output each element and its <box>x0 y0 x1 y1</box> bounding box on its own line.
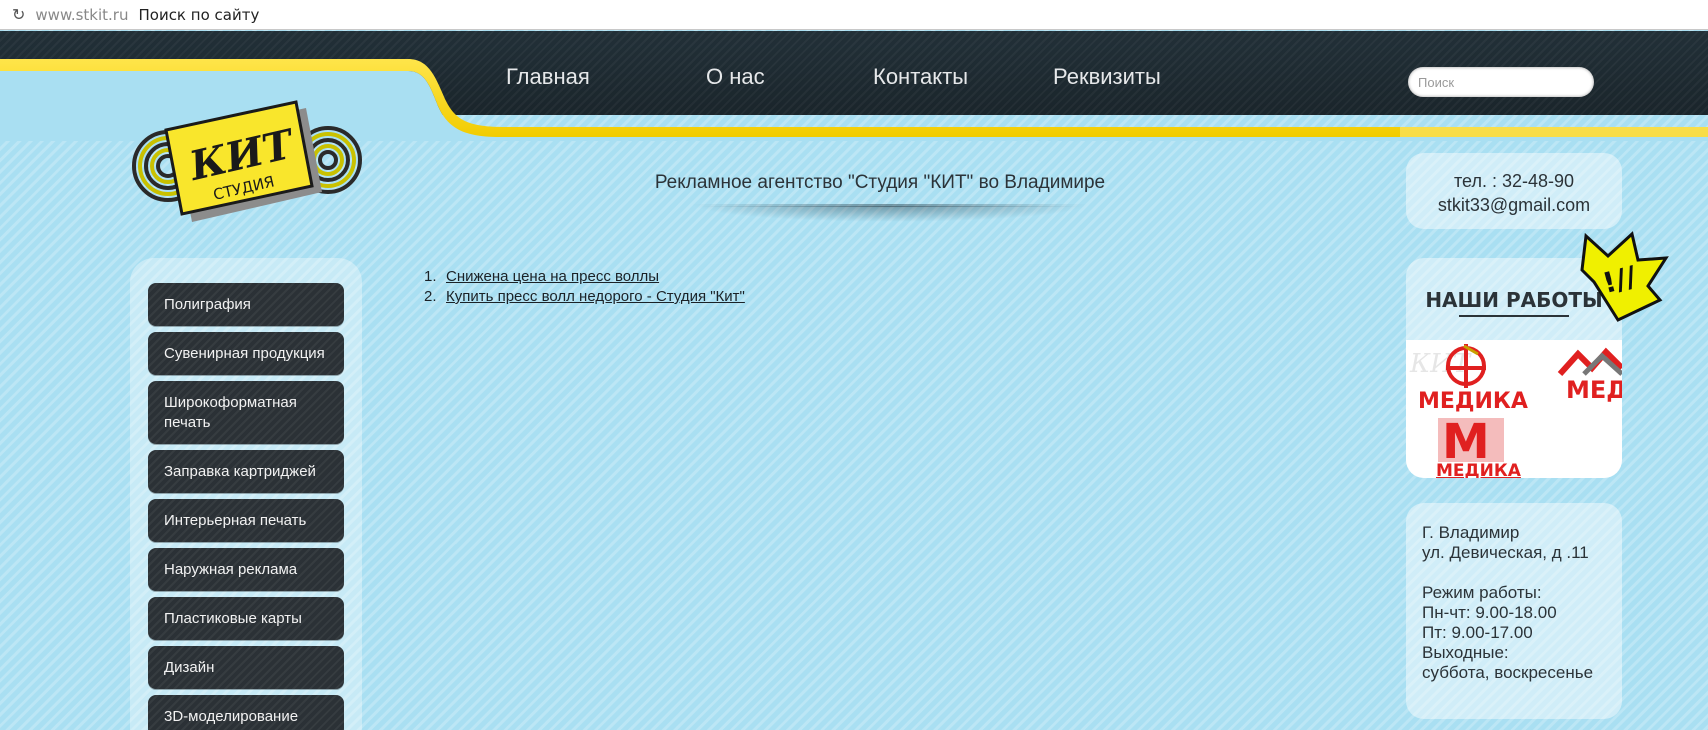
sidebar-item-plastic-cards[interactable]: Пластиковые карты <box>148 597 344 640</box>
svg-text:МЕД: МЕД <box>1566 376 1622 404</box>
work-logo-medika-3[interactable]: М МЕДИКА <box>1436 414 1522 478</box>
address-street: ул. Девическая, д .11 <box>1422 543 1589 562</box>
address-host: www.stkit.ru <box>35 5 129 24</box>
search-input[interactable] <box>1418 74 1594 90</box>
contact-phone: тел. : 32-48-90 <box>1453 171 1574 191</box>
sidebar-item-interior[interactable]: Интерьерная печать <box>148 499 344 542</box>
svg-text:МЕДИКА: МЕДИКА <box>1418 389 1528 414</box>
weekend-title: Выходные: <box>1422 643 1509 662</box>
list-item: 2. Купить пресс волл недорого - Студия "… <box>424 288 745 308</box>
contact-box: тел. : 32-48-90 stkit33@gmail.com <box>1406 153 1622 229</box>
address-bar[interactable]: ↻ www.stkit.ru Поиск по сайту <box>0 0 1708 30</box>
article-link-2[interactable]: Купить пресс волл недорого - Студия "Кит… <box>446 288 745 308</box>
sidebar-item-polygraphy[interactable]: Полиграфия <box>148 283 344 326</box>
address-query: Поиск по сайту <box>138 5 260 24</box>
article-list: 1. Снижена цена на пресс воллы 2. Купить… <box>424 268 745 308</box>
sidebar-item-label: Сувенирная продукция <box>164 344 325 362</box>
nav-home[interactable]: Главная <box>506 64 590 90</box>
sidebar-item-label: 3D-моделирование <box>164 707 299 725</box>
sidebar-item-wideformat[interactable]: Широкоформатная печать <box>148 381 344 444</box>
sidebar-item-design[interactable]: Дизайн <box>148 646 344 689</box>
nav-contacts[interactable]: Контакты <box>873 64 968 90</box>
exclamation-burst-icon: !// <box>1580 231 1669 322</box>
sidebar-item-label: Интерьерная печать <box>164 511 307 529</box>
works-title-underline <box>1459 315 1569 317</box>
page-title: Рекламное агентство "Студия "КИТ" во Вла… <box>654 172 1106 193</box>
list-number: 1. <box>424 268 437 285</box>
nav-about[interactable]: О нас <box>706 64 765 90</box>
article-link-1[interactable]: Снижена цена на пресс воллы <box>446 268 659 288</box>
sidebar-item-label: Наружная реклама <box>164 560 298 578</box>
sidebar-item-outdoor[interactable]: Наружная реклама <box>148 548 344 591</box>
address-city: Г. Владимир <box>1422 523 1520 542</box>
sidebar-item-souvenirs[interactable]: Сувенирная продукция <box>148 332 344 375</box>
sidebar-item-label: Пластиковые карты <box>164 609 302 627</box>
nav-requisites[interactable]: Реквизиты <box>1053 64 1161 90</box>
works-gallery[interactable]: КИТ МЕДИКА МЕД М МЕДИКА <box>1406 340 1622 478</box>
hours-weekdays: Пн-чт: 9.00-18.00 <box>1422 603 1557 622</box>
sidebar-item-label: Широкоформатная печать <box>164 393 297 431</box>
work-logo-medika-2[interactable]: МЕД <box>1557 347 1622 404</box>
hours-friday: Пт: 9.00-17.00 <box>1422 623 1533 642</box>
works-watermark: КИТ <box>1409 349 1472 379</box>
list-item: 1. Снижена цена на пресс воллы <box>424 268 745 288</box>
hours-title: Режим работы: <box>1422 583 1542 602</box>
sidebar-item-cartridges[interactable]: Заправка картриджей <box>148 450 344 493</box>
address-box: Г. Владимир ул. Девическая, д .11 Режим … <box>1406 503 1622 719</box>
search-box <box>1408 67 1594 97</box>
svg-text:МЕДИКА: МЕДИКА <box>1436 461 1522 478</box>
sidebar-item-3d[interactable]: 3D-моделирование <box>148 695 344 730</box>
site-logo[interactable]: КИТ СТУДИЯ <box>128 100 368 230</box>
weekend-days: суббота, воскресенье <box>1422 663 1594 682</box>
title-shadow <box>690 204 1090 222</box>
list-number: 2. <box>424 288 437 305</box>
sidebar-item-label: Полиграфия <box>164 295 251 313</box>
sidebar-item-label: Дизайн <box>164 658 215 676</box>
reload-icon[interactable]: ↻ <box>12 5 25 24</box>
sidebar-item-label: Заправка картриджей <box>164 462 316 480</box>
contact-email: stkit33@gmail.com <box>1437 195 1591 215</box>
